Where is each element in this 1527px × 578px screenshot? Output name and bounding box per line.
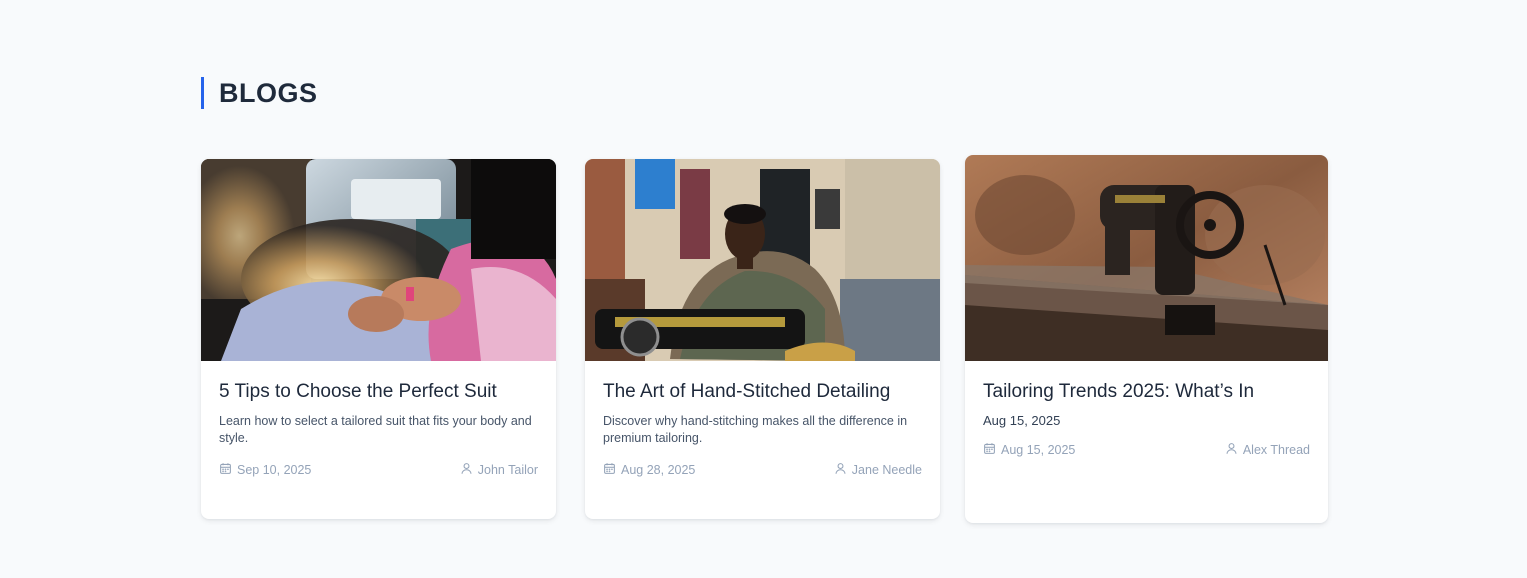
blog-date: Aug 28, 2025 [603,462,695,478]
sewing-hands-photo [201,159,556,361]
calendar-icon [603,462,616,478]
blog-meta: Aug 15, 2025 Alex Thread [983,442,1310,458]
blogs-section: BLOGS 5 Tips to Choose the Perfect Suit … [0,0,1527,578]
blog-date: Aug 15, 2025 [983,442,1075,458]
blog-card-image[interactable] [585,159,940,361]
blog-author-text: Jane Needle [851,463,922,477]
blog-author-text: John Tailor [477,463,538,477]
blog-date-text: Sep 10, 2025 [237,463,312,477]
blog-card[interactable]: Tailoring Trends 2025: What’s In Aug 15,… [965,155,1328,523]
vintage-sewing-machine-photo [965,155,1328,361]
tailor-workshop-photo [585,159,940,361]
blog-date-text: Aug 28, 2025 [621,463,696,477]
user-icon [460,462,473,478]
blog-excerpt: Discover why hand-stitching makes all th… [603,414,908,445]
user-icon [834,462,847,478]
blog-excerpt: Learn how to select a tailored suit that… [219,414,532,445]
blog-date-text: Aug 15, 2025 [1001,443,1076,457]
blog-title[interactable]: 5 Tips to Choose the Perfect Suit [219,380,538,404]
blog-card-image[interactable] [965,155,1328,361]
blog-author: Alex Thread [1225,442,1310,458]
user-icon [1225,442,1238,458]
blog-card[interactable]: The Art of Hand-Stitched Detailing Disco… [585,159,940,519]
blog-card-image[interactable] [201,159,556,361]
calendar-icon [219,462,232,478]
blog-meta: Aug 28, 2025 Jane Needle [603,462,922,478]
blog-date: Sep 10, 2025 [219,462,311,478]
blog-title[interactable]: Tailoring Trends 2025: What’s In [983,380,1310,404]
blog-title[interactable]: The Art of Hand-Stitched Detailing [603,380,922,404]
blog-author-text: Alex Thread [1242,443,1310,457]
blog-author: Jane Needle [834,462,922,478]
calendar-icon [983,442,996,458]
blog-excerpt: Aug 15, 2025 [983,413,1061,428]
blog-card[interactable]: 5 Tips to Choose the Perfect Suit Learn … [201,159,556,519]
blog-author: John Tailor [460,462,538,478]
blog-meta: Sep 10, 2025 John Tailor [219,462,538,478]
section-title: BLOGS [201,77,318,110]
